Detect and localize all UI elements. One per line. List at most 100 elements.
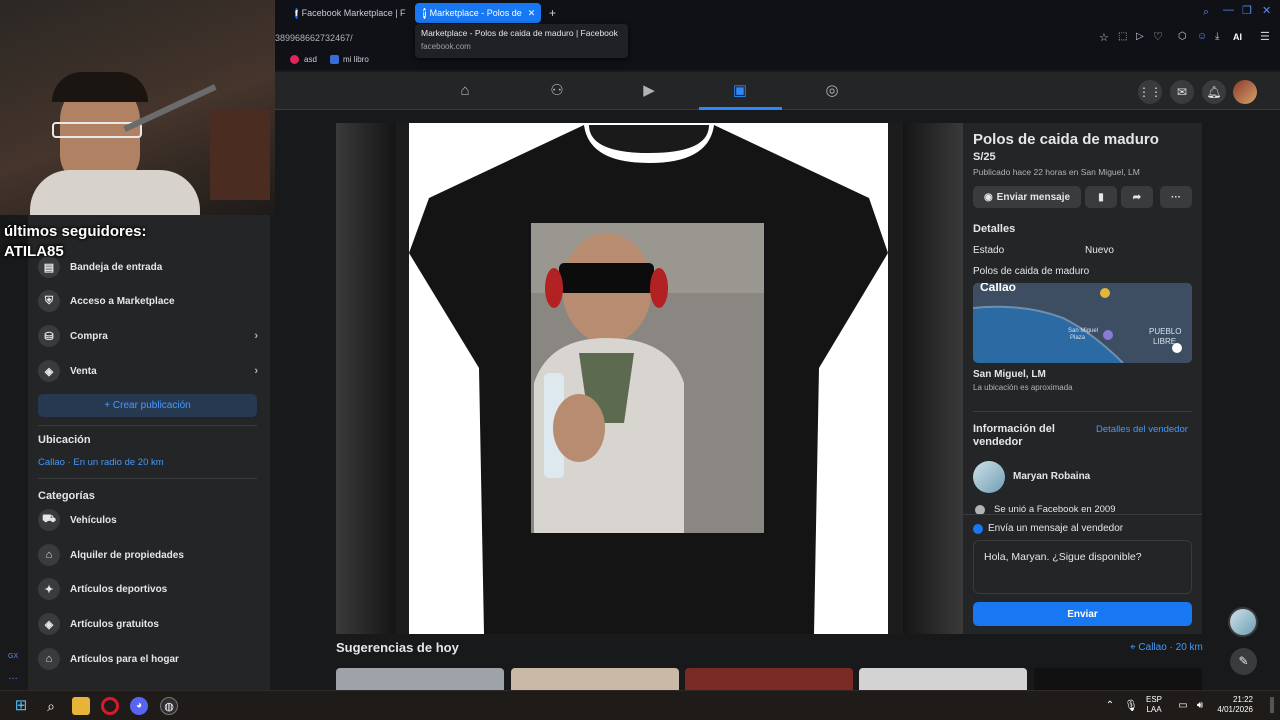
bookmark-icon: ▮ [1098,191,1104,203]
seller-avatar[interactable] [973,461,1005,493]
webcam-overlay [0,0,275,215]
clock[interactable]: 21:22 4/01/2026 [1209,695,1253,715]
tshirt-image [409,125,888,634]
share-icon: ➦ [1132,191,1142,203]
notifications-icon[interactable]: 🔔︎ [1202,80,1226,104]
avatar[interactable] [1233,80,1257,104]
listing-image[interactable] [409,123,888,634]
microphone-icon[interactable]: 🎙︎ [1122,697,1140,715]
volume-icon[interactable]: 🔊︎ [1191,697,1209,715]
show-desktop-button[interactable] [1270,697,1274,713]
groups-icon[interactable]: ◎ [821,80,843,102]
overlay-line-2: ATILA85 [4,243,64,260]
close-icon[interactable]: ✕ [528,8,536,19]
language-indicator[interactable]: ESP LAA [1146,695,1162,715]
running-icon: ✦ [38,578,60,600]
category-rentals[interactable]: ⌂ Alquiler de propiedades [38,541,260,569]
backdrop-blur-left [336,123,396,634]
bookmark-mi-libro[interactable]: mi libro [343,55,369,64]
save-button[interactable]: ▮ [1085,186,1117,208]
more-options-button[interactable]: ··· [1160,186,1192,208]
network-icon[interactable]: ▭ [1174,697,1192,715]
suggestion-card[interactable] [859,668,1027,690]
sidebar-item-access[interactable]: ⛨ Acceso a Marketplace [38,287,260,315]
backdrop-blur-right [903,123,963,634]
video-icon[interactable]: ▶ [638,80,660,102]
message-textarea[interactable]: Hola, Maryan. ¿Sigue disponible? [973,540,1192,594]
search-icon[interactable]: ⌕ [42,697,60,715]
seller-details-link[interactable]: Detalles del vendedor [1096,424,1188,435]
location-heading: Ubicación [38,434,91,446]
send-message-label: Enviar mensaje [996,191,1071,203]
minimize-icon[interactable]: — [1223,4,1234,16]
chat-head-avatar[interactable] [1228,607,1258,637]
location-map[interactable]: Callao PUEBLO LIBRE San Miguel Plaza [973,283,1192,363]
tab-facebook-marketplace[interactable]: f Facebook Marketplace | F [287,3,407,23]
send-message-button[interactable]: ◉ Enviar mensaje [973,186,1081,208]
ai-button[interactable]: AI [1233,32,1242,42]
suggestion-card[interactable] [336,668,504,690]
map-label: LIBRE [1153,337,1177,346]
category-sports[interactable]: ✦ Artículos deportivos [38,575,260,603]
clock-time: 21:22 [1232,695,1253,704]
send-button[interactable]: Enviar [973,602,1192,626]
obs-icon[interactable]: ◍ [160,697,178,715]
sidebar-item-sell[interactable]: ◈ Venta › [38,357,260,385]
clock-date: 4/01/2026 [1217,705,1253,714]
close-window-icon[interactable]: ✕ [1262,4,1271,17]
profile-icon[interactable]: ☺ [1197,31,1207,42]
screenshot-icon[interactable]: ⬚ [1118,31,1127,42]
create-listing-button[interactable]: + Crear publicación [38,394,257,417]
sidebar-item-buy[interactable]: ⛁ Compra › [38,322,260,350]
download-icon[interactable]: ⤓ [1215,31,1219,42]
messenger-icon[interactable]: ✉ [1170,80,1194,104]
more-icon[interactable]: … [8,671,18,682]
seller-name[interactable]: Maryan Robaina [1013,471,1090,482]
file-explorer-icon[interactable] [72,697,90,715]
keyboard-layout: LAA [1146,705,1162,714]
location-value[interactable]: Callao · En un radio de 20 km [38,457,164,468]
suggestion-card[interactable] [1034,668,1202,690]
divider [38,425,257,426]
sidebar-item-label: Compra [70,330,108,342]
extensions-icon[interactable]: ⬡ [1178,31,1187,42]
tooltip-domain: facebook.com [421,42,471,51]
tab-marketplace-active[interactable]: f Marketplace - Polos de ✕ [415,3,541,23]
estado-value: Nuevo [1085,245,1114,256]
marketplace-icon[interactable]: ▣ [729,80,751,102]
category-home[interactable]: ⌂ Artículos para el hogar [38,645,260,673]
category-label: Artículos para el hogar [70,653,179,665]
messenger-icon [973,524,983,534]
home-icon[interactable]: ⌂ [454,80,476,102]
category-free[interactable]: ◈ Artículos gratuitos [38,610,260,638]
tray-chevron-icon[interactable]: ⌃ [1101,697,1119,715]
url-text[interactable]: 389968662732467/ [275,33,353,43]
suggestions-heading: Sugerencias de hoy [336,640,459,655]
bookmark-book-icon [330,55,339,64]
message-box: Envía un mensaje al vendedor Hola, Marya… [963,514,1202,634]
shirt-shape [30,170,200,215]
bookmark-star-icon[interactable]: ☆ [1099,31,1109,44]
menu-grid-icon[interactable]: ⋮⋮ [1138,80,1162,104]
suggestion-card[interactable] [511,668,679,690]
maximize-icon[interactable]: ❐ [1242,4,1252,17]
category-vehicles[interactable]: ⛟ Vehículos [38,506,260,534]
menu-icon[interactable]: ☰ [1260,30,1270,43]
heart-icon[interactable]: ♡ [1153,30,1163,43]
opera-gx-icon[interactable] [101,697,119,715]
sidebar-item-label: Acceso a Marketplace [70,295,175,307]
active-tab-indicator [699,107,782,110]
friends-icon[interactable]: ⚇ [546,80,568,102]
new-message-icon[interactable]: ✎ [1230,648,1257,675]
windows-start-icon[interactable]: ⊞ [12,697,30,715]
house-key-icon: ⌂ [38,544,60,566]
search-icon[interactable]: ⌕ [1203,6,1209,19]
new-tab-button[interactable]: + [541,3,563,23]
suggestion-card[interactable] [685,668,853,690]
play-icon[interactable]: ▷ [1136,31,1144,42]
suggestions-location[interactable]: ⌖ Callao · 20 km [1130,642,1203,653]
discord-icon[interactable]: ◕ [130,697,148,715]
tab-tooltip: Marketplace - Polos de caida de maduro |… [415,24,628,58]
share-button[interactable]: ➦ [1121,186,1153,208]
bookmark-asd[interactable]: asd [304,55,317,64]
